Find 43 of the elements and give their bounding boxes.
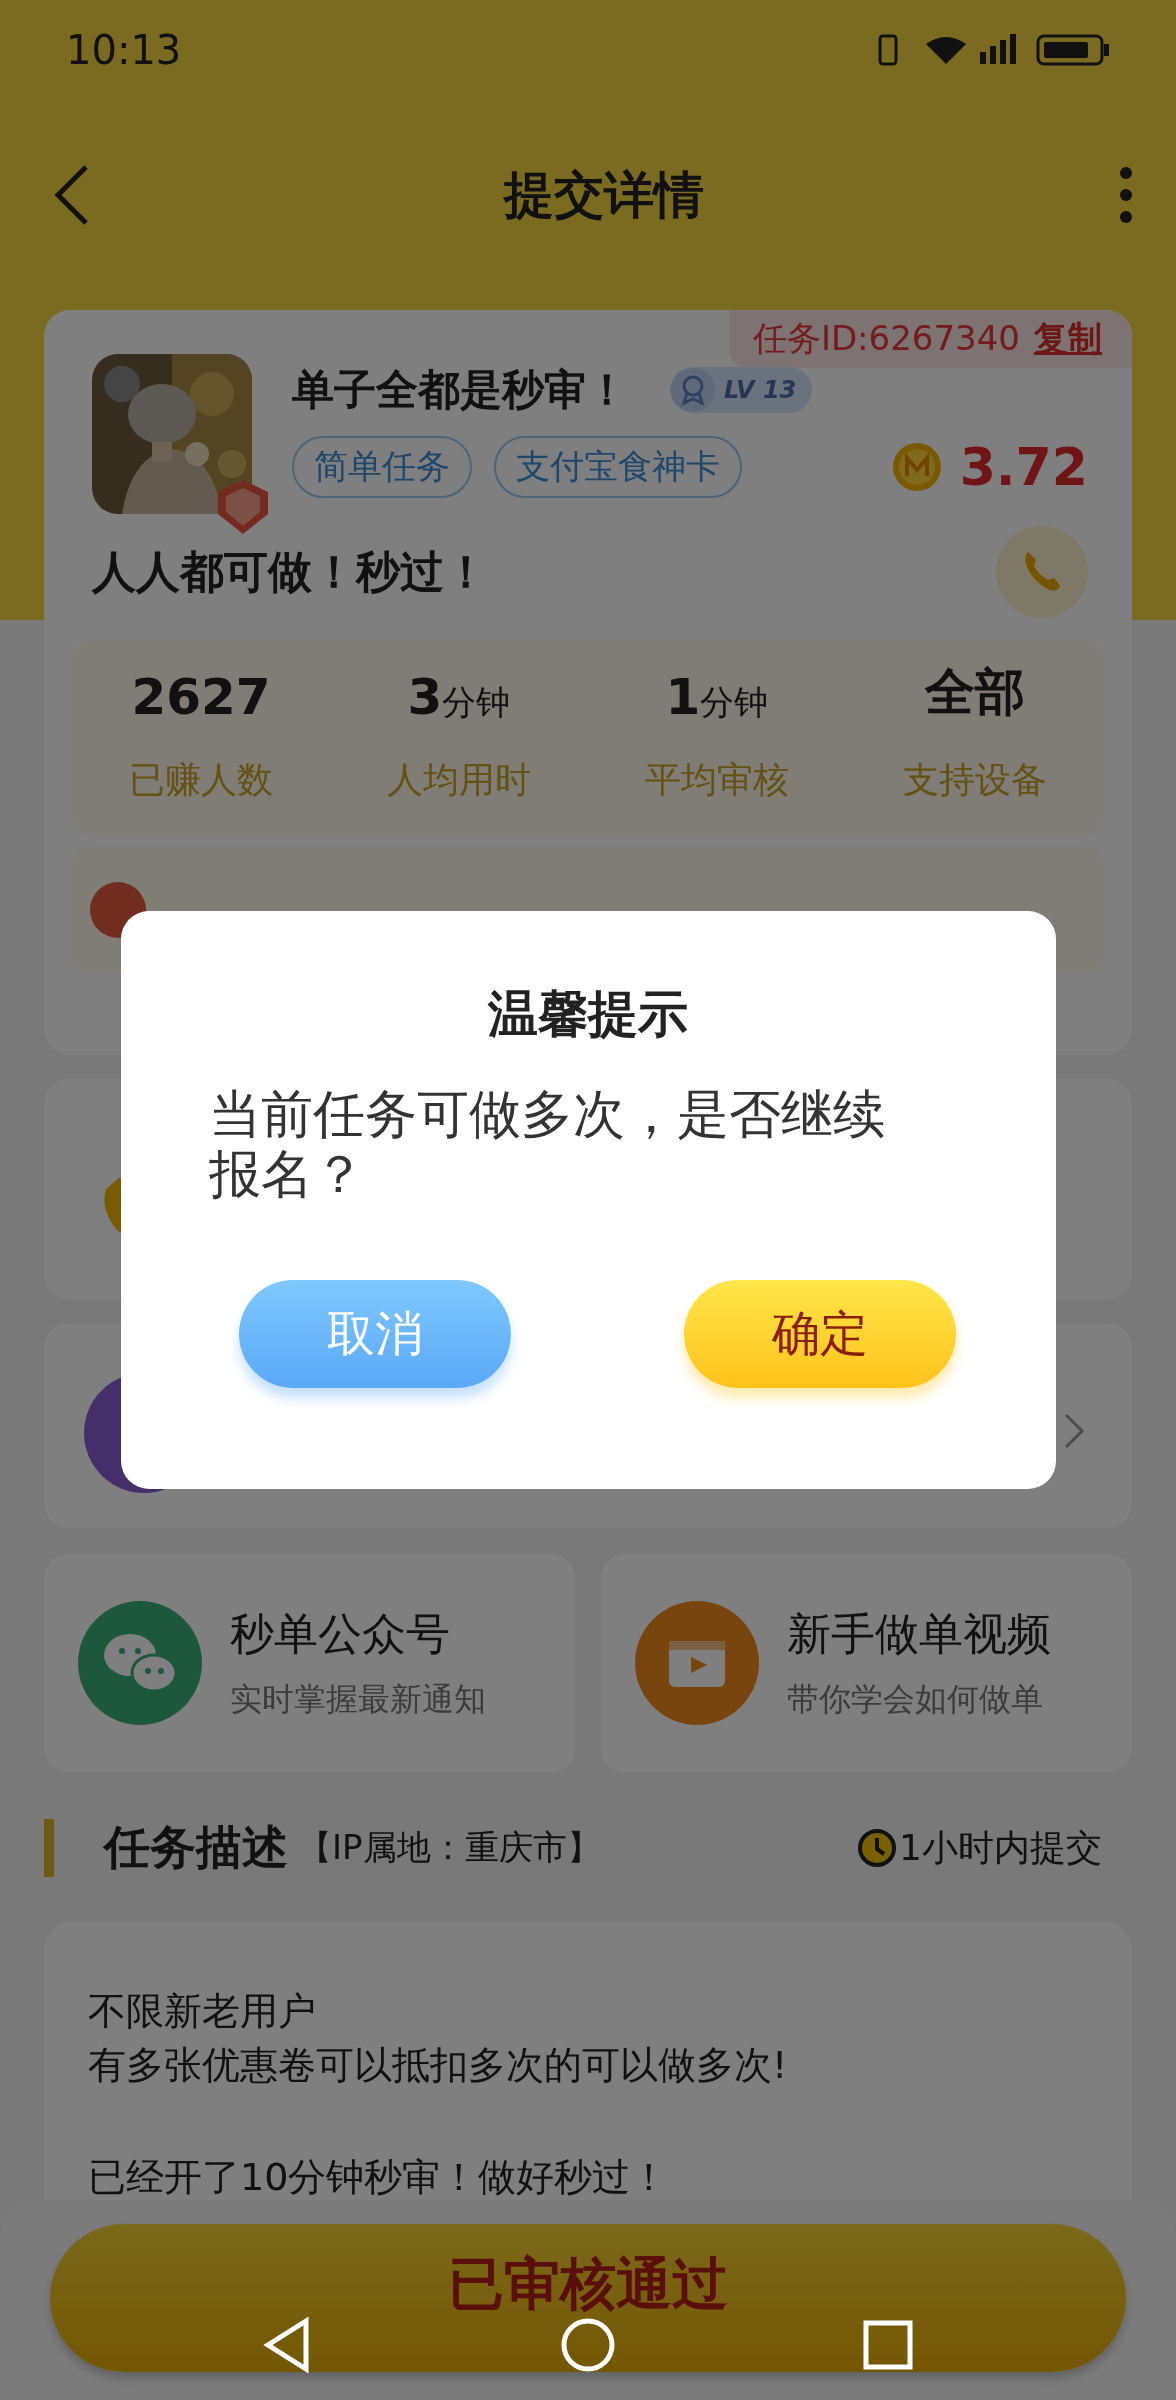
section-title: 任务描述 xyxy=(104,1819,288,1876)
vibrate-icon xyxy=(878,34,898,66)
task-id: 任务ID:6267340 xyxy=(752,317,1020,360)
task-tag: 支付宝食神卡 xyxy=(494,436,742,498)
page-title: 提交详情 xyxy=(504,164,704,226)
chevron-right-icon xyxy=(1062,1411,1086,1451)
dialog-message: 当前任务可做多次，是否继续报名？ xyxy=(207,1084,886,1204)
status-time: 10:13 xyxy=(66,27,182,73)
signal-icon xyxy=(980,34,1016,64)
confirm-button[interactable]: 确定 xyxy=(683,1280,956,1388)
clock-icon xyxy=(857,1828,898,1868)
battery-icon xyxy=(1036,34,1109,66)
dialog-title: 温馨提示 xyxy=(486,984,689,1045)
reward-amount: 3.72 xyxy=(959,437,1088,497)
stat-label: 支持设备 xyxy=(903,758,1047,802)
stat-label: 已赚人数 xyxy=(129,758,273,802)
link-card[interactable]: 秒单公众号 实时掌握最新通知 xyxy=(44,1554,575,1772)
coin-icon xyxy=(891,442,942,492)
stat-label: 人均用时 xyxy=(387,758,531,802)
link-subtitle: 带你学会如何做单 xyxy=(787,1678,1044,1720)
deadline-text: 1小时内提交 xyxy=(899,1825,1102,1870)
stat-value: 2627 xyxy=(131,667,271,726)
link-card[interactable]: 新手做单视频 带你学会如何做单 xyxy=(601,1554,1132,1772)
wifi-icon xyxy=(926,37,966,64)
description-line: 已经开了10分钟秒审！做好秒过！ xyxy=(88,2154,670,2201)
chat-bubbles-icon xyxy=(78,1601,202,1725)
ip-location: 【IP属地：重庆市】 xyxy=(298,1826,601,1869)
task-tag: 简单任务 xyxy=(292,436,472,498)
description-line: 有多张优惠卷可以抵扣多次的可以做多次! xyxy=(88,2042,789,2089)
task-name: 单子全都是秒审！ xyxy=(292,364,628,416)
description-line: 不限新老用户 xyxy=(88,1988,317,2035)
level-badge: LV 13 xyxy=(670,367,813,413)
stat-label: 平均审核 xyxy=(645,758,789,802)
video-icon xyxy=(635,1601,759,1725)
section-bar xyxy=(44,1819,54,1877)
link-subtitle: 实时掌握最新通知 xyxy=(230,1678,486,1720)
stat-value: 全部 xyxy=(925,666,1025,723)
link-title: 秒单公众号 xyxy=(230,1606,451,1661)
task-slogan: 人人都可做！秒过！ xyxy=(92,544,488,599)
stat-value: 1分钟 xyxy=(665,667,769,726)
copy-link[interactable]: 复制 xyxy=(1034,316,1102,362)
link-title: 新手做单视频 xyxy=(787,1606,1051,1661)
stat-value: 3分钟 xyxy=(407,667,511,726)
